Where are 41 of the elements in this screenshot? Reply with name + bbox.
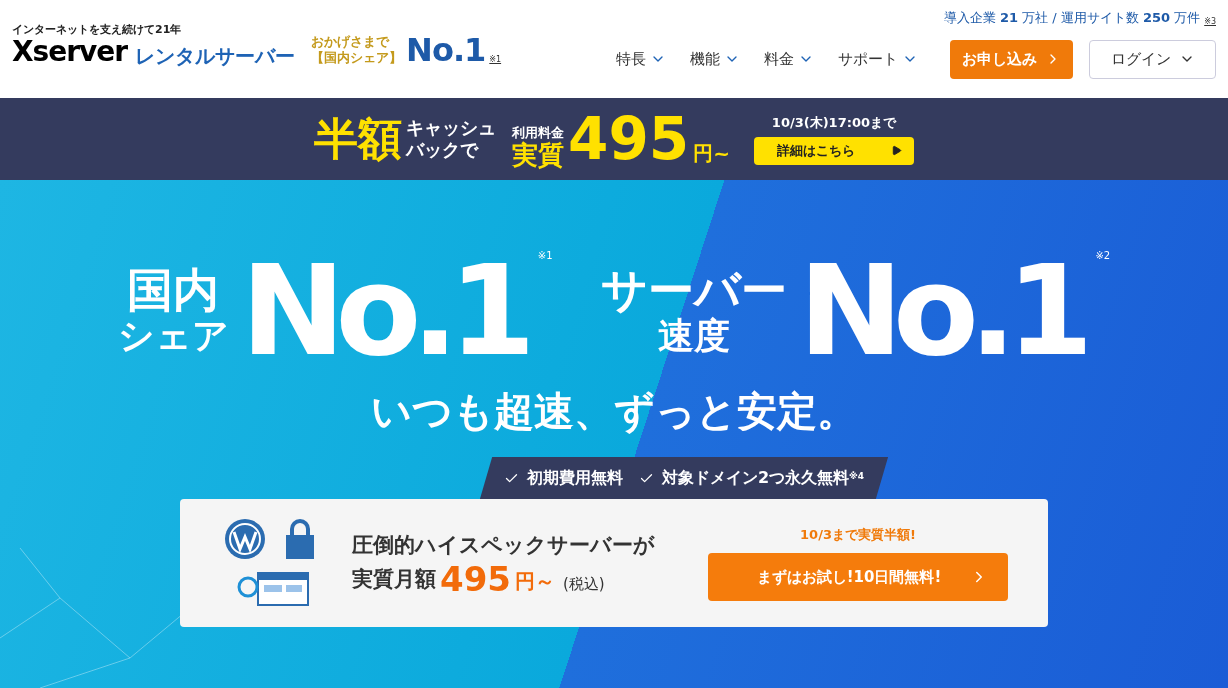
award-text: 【国内シェア】 <box>311 49 403 66</box>
feature-text: 対象ドメイン2つ永久無料$^{※4}$ <box>661 467 865 489</box>
login-button[interactable]: ログイン <box>1089 39 1216 79</box>
banner-text: キャッシュ <box>406 116 497 139</box>
nav-menu-item[interactable]: 料金 <box>756 47 822 71</box>
price-unit: 円～ <box>515 567 555 595</box>
hero-label: シェア <box>117 316 229 356</box>
footnote-mark: ※1 <box>537 249 553 263</box>
hero-label: 速度 <box>657 316 730 356</box>
price-label: 実質月額 <box>352 566 436 594</box>
fee-prefix: 実質 <box>512 142 565 168</box>
banner-text: バックで <box>406 139 480 162</box>
tagline: インターネットを支え続けて21年 <box>12 21 183 38</box>
tax-note: (税込) <box>563 574 605 596</box>
card-price: 495 <box>440 561 511 596</box>
footnote-link[interactable]: ※1 <box>489 54 502 66</box>
nav-menu-item[interactable]: サポート <box>830 47 926 71</box>
hero-label: 国内 <box>127 265 220 316</box>
card-headline: 圧倒的ハイスペックサーバーが <box>352 532 656 560</box>
footnote-mark: ※2 <box>1095 249 1111 263</box>
award-rank: No.1 <box>406 34 486 66</box>
stats-text: 導入企業 21 万社 / 運用サイト数 250 万件 <box>943 9 1201 27</box>
promo-text: 10/3まで実質半額! <box>800 526 916 545</box>
rank-heading: No.1 <box>240 248 526 373</box>
award-text: おかげさまで <box>311 33 391 50</box>
hero-label: サーバー <box>600 265 787 316</box>
hero-slogan: いつも超速、ずっと安定。 <box>371 387 857 436</box>
play-icon <box>890 145 902 157</box>
banner-price: 495 <box>568 110 690 168</box>
price-unit: 円~ <box>693 140 730 167</box>
banner-headline: 半額 <box>314 117 403 161</box>
details-button[interactable]: 詳細はこちら <box>753 136 914 165</box>
feature-text: 初期費用無料 <box>526 467 623 489</box>
fee-label: 利用料金 <box>512 123 565 141</box>
footnote-link[interactable]: ※3 <box>1204 15 1216 28</box>
logo[interactable]: Xserver <box>12 38 128 66</box>
nav-menu-item[interactable]: 機能 <box>682 47 748 71</box>
nav-menu-item[interactable]: 特長 <box>608 47 674 71</box>
deadline-text: 10/3(木)17:00まで <box>771 114 896 133</box>
product-name: レンタルサーバー <box>135 46 296 66</box>
rank-heading: No.1 <box>798 248 1084 373</box>
